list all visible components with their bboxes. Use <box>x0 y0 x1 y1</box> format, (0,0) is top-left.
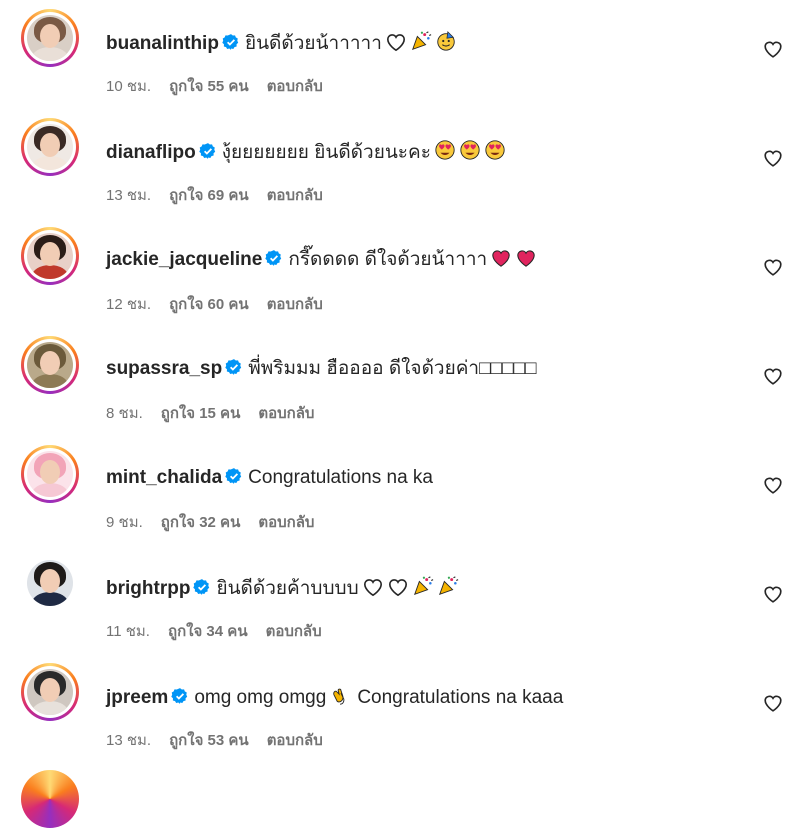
comment-likes[interactable]: ถูกใจ 53 คน <box>169 732 249 749</box>
comment-text: งุ้ยยยยยยย ยินดีด้วยนะคะ <box>221 142 431 163</box>
avatar[interactable] <box>27 669 73 715</box>
like-comment-heart-icon[interactable] <box>762 583 784 605</box>
heart-eyes-icon <box>459 139 481 168</box>
comment-item: mint_chalida Congratulations na ka 9 ชม. ถู… <box>0 436 800 544</box>
red-heart-icon <box>490 248 512 275</box>
comment-item: jpreem omg omg omgg Congratulations na kaa… <box>0 654 800 762</box>
comment-item: dianaflipo งุ้ยยยยยยย ยินดีด้วยนะคะ 13 ชม.… <box>0 109 800 217</box>
party-popper-icon <box>410 30 432 59</box>
comment-time[interactable]: 13 ชม. <box>106 187 151 204</box>
reply-button[interactable]: ตอบกลับ <box>267 296 323 313</box>
comment-line: jackie_jacqueline กรี๊ดดดด ดีใจด้วยน้าาาา <box>106 248 537 275</box>
comment-line: dianaflipo งุ้ยยยยยยย ยินดีด้วยนะคะ <box>106 139 506 168</box>
comment-line: jpreem omg omg omgg Congratulations na kaa… <box>106 684 563 713</box>
comment-username[interactable]: jackie_jacqueline <box>106 249 262 270</box>
heart-eyes-icon <box>484 139 506 168</box>
verified-badge-icon <box>199 142 217 167</box>
comment-time[interactable]: 13 ชม. <box>106 732 151 749</box>
comment-text: ยินดีด้วยน้าาาาา <box>244 33 382 54</box>
comment-likes[interactable]: ถูกใจ 32 คน <box>161 514 241 531</box>
comment-text: กรี๊ดดดด ดีใจด้วยน้าาาา <box>288 249 488 270</box>
like-comment-heart-icon[interactable] <box>762 692 784 714</box>
comment-meta: 8 ชม. ถูกใจ 15 คน ตอบกลับ <box>106 401 332 425</box>
like-comment-heart-icon[interactable] <box>762 38 784 60</box>
comment-meta: 13 ชม. ถูกใจ 69 คน ตอบกลับ <box>106 183 341 207</box>
party-popper-icon <box>437 575 459 604</box>
comment-username[interactable]: brightrpp <box>106 578 190 599</box>
comment-time[interactable]: 10 ชม. <box>106 78 151 95</box>
comment-text: omg omg omgg <box>194 687 327 708</box>
comment-item: jackie_jacqueline กรี๊ดดดด ดีใจด้วยน้าาาา… <box>0 218 800 326</box>
avatar[interactable] <box>27 233 73 279</box>
verified-badge-icon <box>265 249 283 274</box>
comment-line: mint_chalida Congratulations na ka <box>106 466 433 492</box>
reply-button[interactable]: ตอบกลับ <box>267 78 323 95</box>
comment-username[interactable]: dianaflipo <box>106 142 196 163</box>
comment-text: Congratulations na kaaa <box>357 687 564 708</box>
verified-badge-icon <box>225 467 243 492</box>
comment-username[interactable]: mint_chalida <box>106 467 222 488</box>
verified-badge-icon <box>193 578 211 603</box>
comment-time[interactable]: 12 ชม. <box>106 296 151 313</box>
comment-likes[interactable]: ถูกใจ 15 คน <box>161 405 241 422</box>
comment-meta: 10 ชม. ถูกใจ 55 คน ตอบกลับ <box>106 74 341 98</box>
like-comment-heart-icon[interactable] <box>762 147 784 169</box>
comment-username[interactable]: buanalinthip <box>106 33 219 54</box>
reply-button[interactable]: ตอบกลับ <box>267 732 323 749</box>
comment-likes[interactable]: ถูกใจ 60 คน <box>169 296 249 313</box>
comment-likes[interactable]: ถูกใจ 69 คน <box>169 187 249 204</box>
comment-text: พี่พริมมม ฮืออออ ดีใจด้วยค่า□□□□□ <box>248 358 537 379</box>
comment-time[interactable]: 9 ชม. <box>106 514 143 531</box>
comment-line: buanalinthip ยินดีด้วยน้าาาาา <box>106 30 457 59</box>
comment-likes[interactable]: ถูกใจ 34 คน <box>168 623 248 640</box>
reply-button[interactable]: ตอบกลับ <box>258 405 314 422</box>
verified-badge-icon <box>171 687 189 712</box>
reply-button[interactable]: ตอบกลับ <box>258 514 314 531</box>
white-heart-icon <box>362 577 384 604</box>
comment-text: ยินดีด้วยค้าบบบบ <box>216 578 359 599</box>
white-heart-icon <box>385 32 407 59</box>
comment-meta: 12 ชม. ถูกใจ 60 คน ตอบกลับ <box>106 292 341 316</box>
avatar[interactable] <box>27 560 73 606</box>
white-heart-icon <box>387 577 409 604</box>
verified-badge-icon <box>225 358 243 383</box>
avatar-story-ring[interactable] <box>21 118 79 176</box>
avatar-story-ring[interactable] <box>21 445 79 503</box>
reply-button[interactable]: ตอบกลับ <box>266 623 322 640</box>
party-popper-icon <box>412 575 434 604</box>
avatar[interactable] <box>27 15 73 61</box>
heart-eyes-icon <box>434 139 456 168</box>
like-comment-heart-icon[interactable] <box>762 256 784 278</box>
avatar-story-ring[interactable] <box>21 227 79 285</box>
avatar-story-ring[interactable] <box>21 336 79 394</box>
like-comment-heart-icon[interactable] <box>762 474 784 496</box>
comment-meta: 9 ชม. ถูกใจ 32 คน ตอบกลับ <box>106 510 332 534</box>
red-heart-icon <box>515 248 537 275</box>
verified-badge-icon <box>222 33 240 58</box>
comment-text: Congratulations na ka <box>248 467 433 488</box>
comment-time[interactable]: 11 ชม. <box>106 623 150 640</box>
avatar[interactable] <box>27 451 73 497</box>
comment-time[interactable]: 8 ชม. <box>106 405 143 422</box>
avatar-story-ring[interactable] <box>21 554 79 612</box>
comment-line: brightrpp ยินดีด้วยค้าบบบบ <box>106 575 459 604</box>
comment-item: buanalinthip ยินดีด้วยน้าาาาา 10 ชม. ถูกใจ … <box>0 0 800 108</box>
comment-username[interactable]: jpreem <box>106 687 168 708</box>
avatar[interactable] <box>27 124 73 170</box>
comment-likes[interactable]: ถูกใจ 55 คน <box>169 78 249 95</box>
like-comment-heart-icon[interactable] <box>762 365 784 387</box>
clapping-hands-icon <box>329 684 351 713</box>
avatar-story-ring[interactable] <box>21 663 79 721</box>
comment-meta: 13 ชม. ถูกใจ 53 คน ตอบกลับ <box>106 728 341 752</box>
reply-button[interactable]: ตอบกลับ <box>267 187 323 204</box>
avatar-story-ring[interactable] <box>21 9 79 67</box>
comment-item: supassra_sp พี่พริมมม ฮืออออ ดีใจด้วยค่า□… <box>0 327 800 435</box>
comment-line: supassra_sp พี่พริมมม ฮืออออ ดีใจด้วยค่า□… <box>106 357 536 383</box>
comment-username[interactable]: supassra_sp <box>106 358 222 379</box>
avatar[interactable] <box>27 342 73 388</box>
comment-item: brightrpp ยินดีด้วยค้าบบบบ 11 ชม. ถูกใจ 34 … <box>0 545 800 653</box>
comment-meta: 11 ชม. ถูกใจ 34 คน ตอบกลับ <box>106 619 340 643</box>
party-face-icon <box>435 30 457 59</box>
